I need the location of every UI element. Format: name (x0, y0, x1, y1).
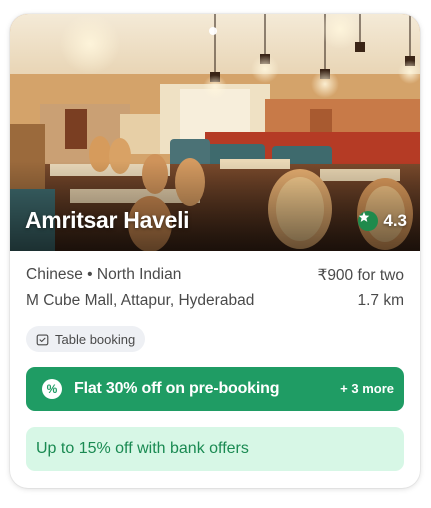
photo-overlay (10, 161, 420, 251)
details-row-location: M Cube Mall, Attapur, Hyderabad 1.7 km (26, 292, 404, 310)
cuisines: Chinese • North Indian (26, 266, 182, 283)
price-for-two: ₹900 for two (317, 267, 404, 284)
carousel-indicator[interactable] (209, 27, 217, 35)
table-booking-label: Table booking (55, 331, 136, 347)
details-row-cuisine: Chinese • North Indian ₹900 for two (26, 266, 404, 285)
restaurant-name[interactable]: Amritsar Haveli (25, 207, 190, 234)
offer-banner[interactable]: % Flat 30% off on pre-booking + 3 more (26, 367, 404, 411)
restaurant-photo[interactable]: Amritsar Haveli 4.3 (10, 14, 420, 251)
more-offers-link[interactable]: + 3 more (340, 381, 394, 396)
calendar-check-icon (36, 333, 49, 345)
location: M Cube Mall, Attapur, Hyderabad (26, 292, 255, 309)
rating: 4.3 (358, 211, 407, 231)
table-booking-tag: Table booking (26, 326, 146, 352)
distance: 1.7 km (357, 292, 404, 309)
rating-value: 4.3 (383, 211, 407, 230)
star-icon (358, 211, 379, 231)
restaurant-card[interactable]: Amritsar Haveli 4.3 Chinese • North Indi… (10, 14, 420, 488)
bank-offer-banner[interactable]: Up to 15% off with bank offers (26, 427, 404, 471)
bank-offer-text: Up to 15% off with bank offers (36, 440, 249, 457)
percent-badge-icon: % (42, 379, 62, 399)
offer-text: Flat 30% off on pre-booking (74, 380, 280, 397)
